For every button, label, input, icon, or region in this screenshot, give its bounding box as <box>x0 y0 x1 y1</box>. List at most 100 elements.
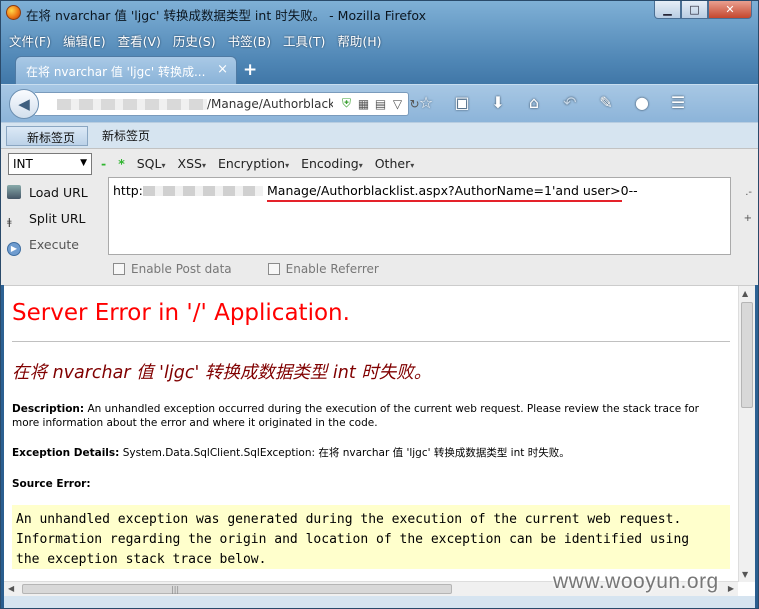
execute-label: Execute <box>29 237 79 252</box>
scroll-down-icon[interactable]: ▼ <box>742 570 748 579</box>
split-url-label: Split URL <box>29 211 86 226</box>
tab-close-icon[interactable]: × <box>217 62 228 77</box>
shield-icon[interactable]: ⛨ <box>340 96 353 111</box>
execute-icon: ▶ <box>7 242 21 256</box>
hackbar-side-mark-1: .- <box>745 187 752 198</box>
dropdown-icon[interactable]: ▽ <box>391 97 404 111</box>
caret-icon: ▾ <box>358 161 363 170</box>
hackbar-menu-other[interactable]: Other▾ <box>375 156 415 171</box>
window-controls: ▁ □ ✕ <box>654 1 752 19</box>
home-icon[interactable]: ⌂ <box>523 93 545 112</box>
load-url-label: Load URL <box>29 185 88 200</box>
grip-icon: ||| <box>171 585 180 594</box>
hackbar-menu-encryption-label: Encryption <box>217 156 286 171</box>
close-button[interactable]: ✕ <box>708 1 752 19</box>
exception-details-paragraph: Exception Details: System.Data.SqlClient… <box>12 446 717 460</box>
split-url-button[interactable]: ǂ Split URL <box>7 211 86 231</box>
star-icon[interactable]: ☆ <box>415 93 437 112</box>
back-arrow-icon: ◀ <box>18 95 30 113</box>
qr-icon[interactable]: ▦ <box>357 97 370 111</box>
tab-active[interactable]: 在将 nvarchar 值 'ljgc' 转换成... × <box>15 56 237 84</box>
code-line: An unhandled exception was generated dur… <box>16 512 682 527</box>
undo-icon[interactable]: ↶ <box>559 93 581 112</box>
page-title: Server Error in '/' Application. <box>12 300 350 326</box>
maximize-button[interactable]: □ <box>681 1 708 19</box>
hackbar-decrement-button[interactable]: - <box>101 156 106 171</box>
menu-history[interactable]: 历史(S) <box>173 31 216 50</box>
execute-button[interactable]: ▶ Execute <box>7 237 79 256</box>
checkbox-box <box>113 263 125 275</box>
hackbar-url-payload: Manage/Authorblacklist.aspx?AuthorName=1… <box>267 183 638 198</box>
description-paragraph: Description: An unhandled exception occu… <box>12 402 717 430</box>
menu-edit[interactable]: 编辑(E) <box>63 31 106 50</box>
hackbar-side-mark-2: + <box>743 213 752 224</box>
hackbar-menu-encryption[interactable]: Encryption▾ <box>218 156 289 171</box>
menu-help[interactable]: 帮助(H) <box>337 31 381 50</box>
back-button[interactable]: ◀ <box>9 89 39 119</box>
page-content: Server Error in '/' Application. 在将 nvar… <box>4 285 755 596</box>
description-label: Description: <box>12 403 85 415</box>
hackbar-menu: - * SQL▾ XSS▾ Encryption▾ Encoding▾ Othe… <box>101 156 414 171</box>
download-icon[interactable]: ⬇ <box>487 93 509 112</box>
hackbar-url-redacted-host <box>143 186 263 196</box>
title-bar: 在将 nvarchar 值 'ljgc' 转换成数据类型 int 时失败。 - … <box>1 1 758 25</box>
tab-label: 在将 nvarchar 值 'ljgc' 转换成... <box>26 65 206 79</box>
scroll-left-icon[interactable]: ◀ <box>8 584 14 593</box>
horizontal-scroll-thumb[interactable]: ||| <box>22 584 452 594</box>
caret-icon: ▾ <box>201 161 206 170</box>
description-text: An unhandled exception occurred during t… <box>12 403 699 429</box>
url-bar[interactable]: /Manage/Authorblack ⛨ ▦ ▤ ▽ ↻ <box>35 92 420 116</box>
payload-underline-annotation <box>267 200 622 202</box>
hackbar-menu-encoding[interactable]: Encoding▾ <box>301 156 363 171</box>
window-title: 在将 nvarchar 值 'ljgc' 转换成数据类型 int 时失败。 - … <box>26 8 427 23</box>
menu-bookmarks[interactable]: 书签(B) <box>228 31 271 50</box>
reader-icon[interactable]: ▤ <box>374 97 387 111</box>
hackbar-url-input[interactable]: http: Manage/Authorblacklist.aspx?Author… <box>108 177 731 255</box>
hackbar-url-prefix: http: <box>113 183 143 198</box>
hackbar-menu-xss[interactable]: XSS▾ <box>178 156 206 171</box>
status-bar <box>4 596 755 608</box>
enable-post-data-checkbox[interactable]: Enable Post data <box>113 262 232 276</box>
bookmarks-list-icon[interactable]: ▣ <box>451 93 473 112</box>
menu-view[interactable]: 查看(V) <box>118 31 161 50</box>
bookmark-new-tab-2[interactable]: 新标签页 <box>102 127 150 144</box>
minimize-button[interactable]: ▁ <box>654 1 681 19</box>
caret-icon: ▾ <box>285 161 290 170</box>
new-tab-button[interactable]: + <box>243 60 257 80</box>
menu-bar: 文件(F) 编辑(E) 查看(V) 历史(S) 书签(B) 工具(T) 帮助(H… <box>9 31 382 50</box>
caret-icon: ▾ <box>161 161 166 170</box>
hackbar-select-value: INT <box>13 157 33 171</box>
error-message-heading: 在将 nvarchar 值 'ljgc' 转换成数据类型 int 时失败。 <box>12 363 432 383</box>
hackbar-menu-other-label: Other <box>374 156 411 171</box>
hackbar-options: Enable Post data Enable Referrer <box>113 262 379 276</box>
hackbar-star-button[interactable]: * <box>118 156 125 171</box>
url-text: /Manage/Authorblack <box>207 97 333 111</box>
enable-referrer-label: Enable Referrer <box>285 262 379 276</box>
bookmark-new-tab-1[interactable]: 新标签页 <box>6 126 88 146</box>
tab-bar: 在将 nvarchar 值 'ljgc' 转换成... × + <box>1 54 758 84</box>
split-url-icon: ǂ <box>7 217 12 228</box>
avatar-icon[interactable]: ● <box>631 93 653 112</box>
caret-icon: ▾ <box>410 161 415 170</box>
url-redacted-host <box>57 99 207 110</box>
vertical-scrollbar[interactable]: ▲ ▼ <box>738 286 755 582</box>
menu-tools[interactable]: 工具(T) <box>283 31 325 50</box>
source-error-label: Source Error: <box>12 478 91 490</box>
divider <box>12 341 730 342</box>
load-url-icon <box>7 185 21 199</box>
enable-referrer-checkbox[interactable]: Enable Referrer <box>267 262 379 276</box>
load-url-button[interactable]: Load URL <box>7 185 88 200</box>
code-line: Information regarding the origin and loc… <box>16 532 690 547</box>
hackbar-type-select[interactable]: INT ▼ <box>8 153 92 175</box>
addon-icon[interactable]: ✎ <box>595 93 617 112</box>
watermark: www.wooyun.org <box>553 570 719 593</box>
scroll-right-icon[interactable]: ▶ <box>728 584 734 593</box>
navigation-toolbar: /Manage/Authorblack ⛨ ▦ ▤ ▽ ↻ ◀ ☆ ▣ ⬇ ⌂ … <box>1 84 758 122</box>
menu-icon[interactable]: ☰ <box>667 93 689 112</box>
checkbox-box <box>267 263 280 275</box>
menu-file[interactable]: 文件(F) <box>9 31 51 50</box>
vertical-scroll-thumb[interactable] <box>741 302 753 408</box>
scroll-up-icon[interactable]: ▲ <box>742 289 748 298</box>
chevron-down-icon: ▼ <box>80 158 87 168</box>
hackbar-menu-sql[interactable]: SQL▾ <box>137 156 166 171</box>
